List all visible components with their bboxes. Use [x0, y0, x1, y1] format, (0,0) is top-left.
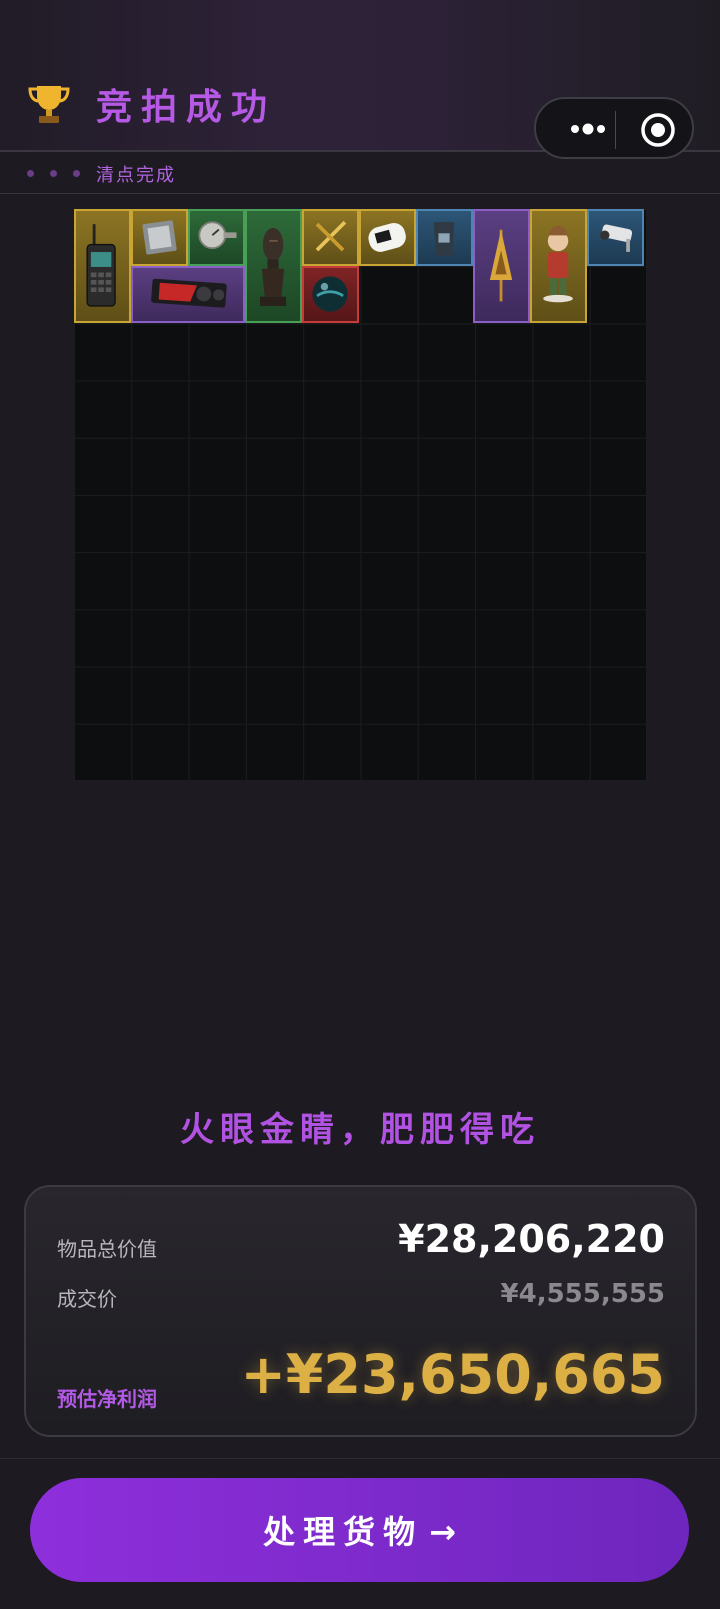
total-value-label: 物品总价值 — [57, 1237, 157, 1261]
summary-card: 物品总价值 ¥28,206,220 成交价 ¥4,555,555 预估净利润 +… — [24, 1185, 697, 1437]
orb-icon — [312, 276, 348, 312]
item-dark-orb[interactable] — [302, 266, 359, 323]
process-goods-label: 处理货物 — [263, 1513, 424, 1551]
item-graphics-card[interactable] — [131, 266, 245, 323]
footer-divider — [0, 1458, 720, 1459]
arrow-right-icon: → — [429, 1513, 456, 1551]
graphics-card-icon — [151, 278, 227, 308]
item-golden-spearhead-ornament[interactable] — [473, 209, 530, 323]
progress-dot — [50, 170, 57, 177]
deal-price-label: 成交价 — [57, 1287, 117, 1311]
pulse-oximeter-icon — [368, 223, 406, 252]
item-gold-crossed-swords[interactable] — [302, 209, 359, 266]
more-dots-icon[interactable] — [562, 118, 614, 140]
capsule-divider — [615, 111, 616, 149]
coffee-bag-icon — [433, 222, 455, 256]
profit-value: +¥23,650,665 — [240, 1343, 665, 1406]
statue-icon — [260, 227, 287, 306]
pressure-gauge-icon — [198, 221, 237, 250]
profit-label: 预估净利润 — [57, 1387, 157, 1411]
inventory-grid — [74, 209, 647, 781]
item-carved-wooden-statue[interactable] — [245, 209, 302, 323]
progress-dot — [73, 170, 80, 177]
process-goods-button[interactable]: 处理货物 → — [30, 1478, 689, 1582]
item-coffee-bag[interactable] — [416, 209, 473, 266]
mini-program-capsule — [534, 97, 694, 159]
crossed-swords-icon — [315, 220, 347, 252]
security-camera-icon — [600, 224, 633, 252]
item-walkie-talkie[interactable] — [74, 209, 131, 323]
page-title: 竞拍成功 — [96, 87, 277, 128]
progress-dot — [27, 170, 34, 177]
item-cpu-chip[interactable] — [131, 209, 188, 266]
walkie-talkie-icon — [86, 224, 116, 307]
item-boy-figurine[interactable] — [530, 209, 587, 323]
item-security-camera[interactable] — [587, 209, 644, 266]
trophy-icon — [28, 86, 70, 123]
slogan-text: 火眼金睛，肥肥得吃 — [180, 1110, 540, 1150]
spearhead-icon — [489, 229, 513, 302]
target-circle-icon[interactable] — [640, 112, 676, 148]
deal-price-value: ¥4,555,555 — [500, 1279, 665, 1309]
status-label: 清点完成 — [96, 165, 176, 186]
cpu-chip-icon — [142, 220, 177, 255]
total-value: ¥28,206,220 — [398, 1217, 665, 1261]
figurine-icon — [543, 226, 573, 303]
item-pressure-gauge[interactable] — [188, 209, 245, 266]
status-subbar: 清点完成 — [0, 152, 720, 194]
item-pulse-oximeter[interactable] — [359, 209, 416, 266]
